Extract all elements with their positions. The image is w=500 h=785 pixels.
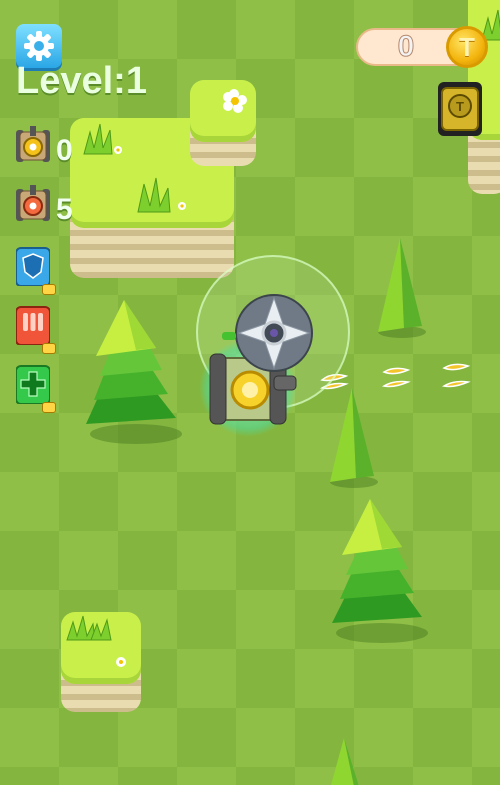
grass-platform-small-top [190, 80, 256, 166]
cone-tree [330, 388, 378, 488]
shuriken-weapon [235, 294, 313, 372]
side-item-red-rocket-tank[interactable] [15, 305, 56, 354]
pine-tree [332, 499, 428, 643]
yellow-tank-count: 0 [56, 134, 73, 167]
svg-text:T: T [456, 99, 464, 114]
side-item-red-tank[interactable] [16, 185, 50, 230]
side-item-blue-shield-tank[interactable] [15, 246, 56, 295]
grass-platform-bottom [61, 612, 141, 712]
level-label: Level:1 [16, 60, 147, 102]
tank-red-icon [16, 185, 50, 221]
gear-icon [24, 31, 54, 61]
tank-yellow-icon [16, 126, 50, 162]
red-tank-count: 5 [56, 193, 73, 226]
side-item-yellow-tank[interactable] [16, 126, 50, 171]
coin-count: 0 [397, 30, 415, 64]
coin-symbol: T [459, 31, 475, 62]
ad-tv-icon [42, 343, 56, 354]
health-bar [222, 332, 236, 340]
cone-tree [331, 738, 359, 785]
cone-tree [378, 238, 426, 338]
grass-tuft [83, 123, 171, 213]
coin-icon: T [446, 26, 488, 68]
side-item-green-cross-tank[interactable] [15, 364, 56, 413]
game-board[interactable]: T Level:1 0 T 0 5 [0, 0, 500, 785]
tank-blue-shield-icon [15, 247, 51, 287]
enemy-tank: T [438, 82, 482, 136]
tank-green-cross-icon [15, 365, 51, 405]
ad-tv-icon [42, 284, 56, 295]
pine-tree [86, 300, 182, 444]
tank-red-rocket-icon [15, 306, 51, 346]
ad-tv-icon [42, 402, 56, 413]
